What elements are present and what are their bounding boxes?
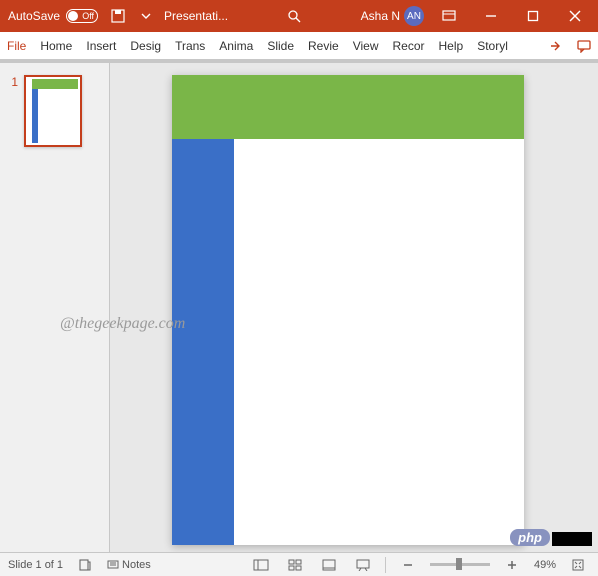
slide[interactable] — [172, 75, 524, 545]
user-account[interactable]: Asha N AN — [357, 6, 428, 26]
divider — [385, 557, 386, 573]
tab-slideshow[interactable]: Slide — [260, 32, 301, 60]
accessibility-icon[interactable] — [73, 555, 97, 575]
tab-storyline[interactable]: Storyl — [470, 32, 515, 60]
avatar-initials: AN — [407, 11, 421, 22]
zoom-slider[interactable] — [430, 563, 490, 566]
normal-view-icon[interactable] — [249, 555, 273, 575]
autosave-toggle[interactable]: Off — [66, 9, 98, 23]
minimize-button[interactable] — [470, 0, 512, 32]
thumbnail-number: 1 — [8, 75, 18, 147]
autosave-state: Off — [82, 11, 94, 21]
slide-sorter-icon[interactable] — [283, 555, 307, 575]
maximize-button[interactable] — [512, 0, 554, 32]
slide-counter: Slide 1 of 1 — [8, 559, 63, 571]
status-bar: Slide 1 of 1 Notes 49% — [0, 552, 598, 576]
tab-insert[interactable]: Insert — [79, 32, 123, 60]
search-icon[interactable] — [280, 2, 308, 30]
file-name: Presentati... — [160, 9, 232, 23]
toggle-knob — [68, 11, 78, 21]
tab-transitions[interactable]: Trans — [168, 32, 212, 60]
title-bar: AutoSave Off Presentati... Asha N AN — [0, 0, 598, 32]
autosave-label: AutoSave — [8, 9, 60, 23]
avatar: AN — [404, 6, 424, 26]
notes-button[interactable]: Notes — [107, 555, 151, 575]
zoom-value[interactable]: 49% — [534, 559, 556, 571]
tab-file[interactable]: File — [0, 32, 33, 60]
zoom-in-button[interactable] — [500, 555, 524, 575]
blue-rectangle — [172, 139, 234, 545]
overflow-icon[interactable] — [132, 2, 160, 30]
thumbnail-row: 1 — [8, 75, 101, 147]
thumb-green-shape — [32, 79, 78, 89]
ribbon-mode-icon[interactable] — [428, 0, 470, 32]
autosave-group: AutoSave Off — [2, 9, 104, 23]
ribbon-tabs: File Home Insert Desig Trans Anima Slide… — [0, 32, 598, 60]
reading-view-icon[interactable] — [317, 555, 341, 575]
php-badge: php — [510, 529, 550, 546]
black-overlay — [552, 532, 592, 546]
tab-design[interactable]: Desig — [123, 32, 168, 60]
tab-help[interactable]: Help — [432, 32, 471, 60]
slide-thumbnail-pane: 1 — [0, 63, 110, 552]
comments-icon[interactable] — [570, 32, 598, 60]
tab-animations[interactable]: Anima — [212, 32, 260, 60]
zoom-slider-thumb[interactable] — [456, 558, 462, 570]
slideshow-icon[interactable] — [351, 555, 375, 575]
tab-view[interactable]: View — [346, 32, 386, 60]
search-zone — [232, 2, 357, 30]
save-icon[interactable] — [104, 2, 132, 30]
share-icon[interactable] — [542, 32, 570, 60]
thumb-blue-shape — [32, 89, 38, 143]
close-button[interactable] — [554, 0, 596, 32]
tab-home[interactable]: Home — [33, 32, 79, 60]
user-name: Asha N — [361, 9, 400, 23]
tab-review[interactable]: Revie — [301, 32, 346, 60]
fit-to-window-icon[interactable] — [566, 555, 590, 575]
workspace: 1 — [0, 60, 598, 552]
green-rectangle — [172, 75, 524, 139]
zoom-out-button[interactable] — [396, 555, 420, 575]
notes-label: Notes — [122, 559, 151, 571]
slide-thumbnail[interactable] — [24, 75, 82, 147]
slide-canvas-pane — [110, 63, 598, 552]
tab-record[interactable]: Recor — [385, 32, 431, 60]
